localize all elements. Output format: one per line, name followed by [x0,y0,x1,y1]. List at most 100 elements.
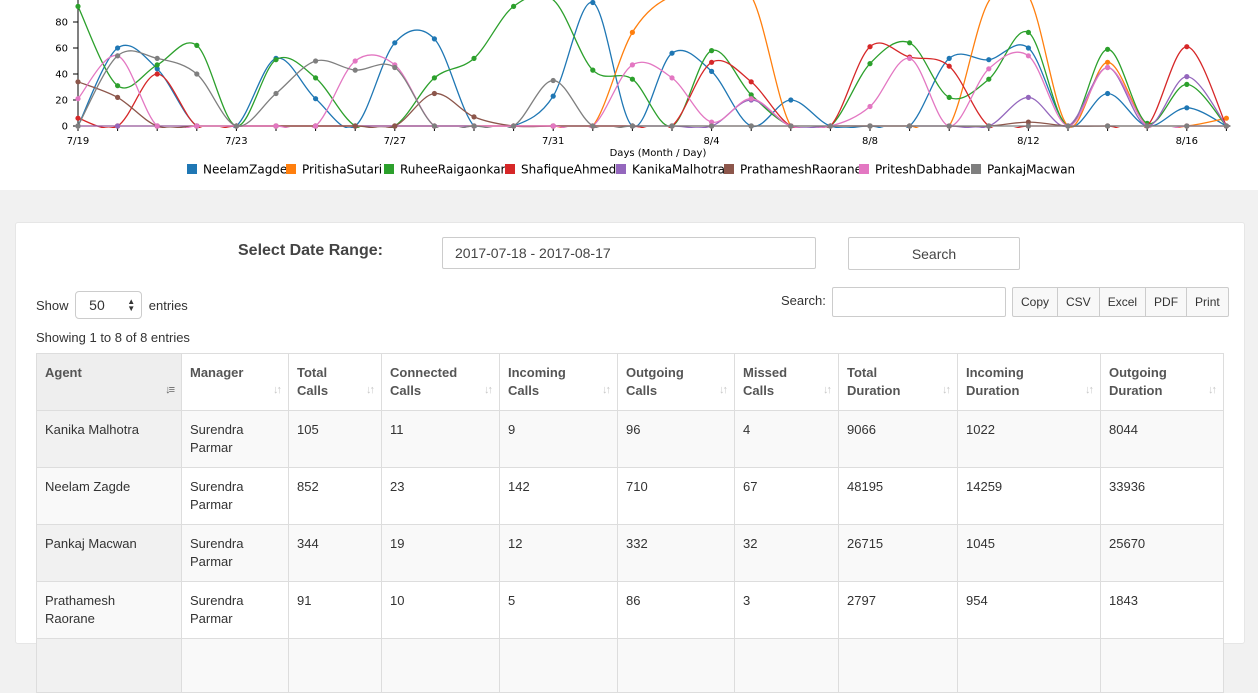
column-title-line2: Calls [743,383,775,398]
column-title: Agent [45,365,82,380]
data-point-pankajmacwan [867,123,873,129]
cell-total-duration: 26715 [838,524,958,582]
data-point-pankajmacwan [629,123,636,129]
cell-text: 3 [743,593,751,608]
copy-button[interactable]: Copy [1012,287,1059,317]
cell-text: 19 [390,536,405,551]
column-header-agent[interactable]: Agent ↓≡ [36,353,182,411]
cell-text-line2: Raorane [45,611,95,626]
cell-text: 142 [508,479,530,494]
series-line-pritishasutari [78,0,1227,128]
y-tick-label: 40 [55,70,68,81]
data-point-prathameshraorane [471,114,477,120]
column-header-total-duration[interactable]: Total Duration ↓↑ [838,353,958,411]
data-point-ruheeraigaonkar [313,75,319,81]
cell-text: 852 [297,479,319,494]
x-tick-label: 7/23 [225,136,247,147]
data-point-priteshdabhade [154,123,160,129]
legend-swatch-kanikamalhotra [616,164,626,174]
sort-icon: ↓↑ [823,384,832,396]
column-title: Incoming [966,365,1024,380]
cell-text: 14259 [966,479,1003,494]
data-point-priteshdabhade [1025,53,1031,59]
data-point-shafiqueahmed [709,59,715,65]
cell-text: 710 [626,479,648,494]
cell-total-duration [838,638,958,693]
data-point-neelamzagde [946,55,952,62]
report-panel: Select Date Range: 2017-07-18 - 2017-08-… [15,222,1245,693]
y-tick-label: 80 [55,18,68,29]
cell-text: 67 [743,479,758,494]
legend-label-ruheeraigaonkar: RuheeRaigaonkar [400,163,506,177]
x-tick-label: 7/19 [67,136,89,147]
column-header-outgoing-calls[interactable]: Outgoing Calls ↓↑ [617,353,735,411]
page-length-select[interactable]: 50 ▲ ▼ [75,291,143,319]
data-point-priteshdabhade [669,75,675,81]
data-point-ruheeraigaonkar [273,57,279,63]
data-point-neelamzagde [590,0,596,6]
cell-text: Surendra [190,593,244,608]
column-header-outgoing-duration[interactable]: Outgoing Duration ↓↑ [1100,353,1224,411]
sort-icon: ↓↑ [1085,384,1094,396]
table-search-label: Search: [781,293,826,308]
column-title: Missed [743,365,788,380]
table-header-row: Agent ↓≡ Manager ↓↑ Total Calls ↓↑ Connected… [36,353,1224,411]
column-header-missed-calls[interactable]: Missed Calls ↓↑ [734,353,839,411]
data-point-pankajmacwan [1025,123,1031,129]
cell-text: 32 [743,536,758,551]
cell-text: Surendra [190,479,244,494]
data-point-pankajmacwan [273,90,279,97]
cell-incoming-duration: 14259 [957,467,1101,525]
cell-text: 4 [743,422,751,437]
data-point-prathameshraorane [392,123,398,129]
cell-missed-calls [734,638,839,693]
csv-button[interactable]: CSV [1057,287,1100,317]
column-header-incoming-duration[interactable]: Incoming Duration ↓↑ [957,353,1101,411]
data-point-pankajmacwan [1065,123,1071,129]
column-header-incoming-calls[interactable]: Incoming Calls ↓↑ [499,353,618,411]
cell-connected-calls: 19 [381,524,500,582]
x-axis-title: Days (Month / Day) [610,148,707,159]
data-point-neelamzagde [709,68,715,74]
excel-button[interactable]: Excel [1098,287,1147,317]
column-header-total-calls[interactable]: Total Calls ↓↑ [288,353,382,411]
column-header-manager[interactable]: Manager ↓↑ [181,353,289,411]
data-point-pankajmacwan [115,53,121,59]
pdf-button[interactable]: PDF [1145,287,1188,317]
data-point-priteshdabhade [313,123,319,129]
series-line-neelamzagde [77,1,1227,128]
data-point-kanikamalhotra [1025,94,1031,100]
data-point-neelamzagde [1025,45,1031,51]
legend-swatch-neelamzagde [187,164,197,174]
data-point-pritishasutari [1105,59,1111,65]
date-range-input[interactable]: 2017-07-18 - 2017-08-17 [442,237,816,269]
column-title-line2: Duration [1109,383,1163,398]
legend-swatch-shafiqueahmed [505,164,515,174]
data-point-shafiqueahmed [1184,44,1190,50]
cell-connected-calls: 11 [381,410,500,468]
cell-text: 33936 [1109,479,1146,494]
cell-text: Surendra [190,422,244,437]
data-point-pritishasutari [1223,115,1229,121]
cell-incoming-duration: 1022 [957,410,1101,468]
data-point-priteshdabhade [273,123,279,129]
data-point-ruheeraigaonkar [431,75,437,81]
legend-swatch-priteshdabhade [859,164,869,174]
table-search-input[interactable] [832,287,1006,317]
data-point-prathameshraorane [431,90,437,97]
data-point-prathameshraorane [115,94,121,100]
print-button[interactable]: Print [1186,287,1229,317]
x-tick-label: 8/4 [704,136,720,147]
y-tick-label: 60 [55,44,68,55]
column-header-connected-calls[interactable]: Connected Calls ↓↑ [381,353,500,411]
data-point-pankajmacwan [233,123,239,129]
cell-connected-calls [381,638,500,693]
x-tick-label: 8/16 [1176,136,1198,147]
date-search-button[interactable]: Search [848,237,1020,270]
table-row: Pankaj Macwan Surendra Parmar 344 19 12 3… [36,524,1224,582]
legend-label-pritishasutari: PritishaSutari [302,163,382,177]
cell-outgoing-duration: 33936 [1100,467,1224,525]
cell-text: 91 [297,593,312,608]
cell-outgoing-duration: 25670 [1100,524,1224,582]
column-title: Connected [390,365,458,380]
